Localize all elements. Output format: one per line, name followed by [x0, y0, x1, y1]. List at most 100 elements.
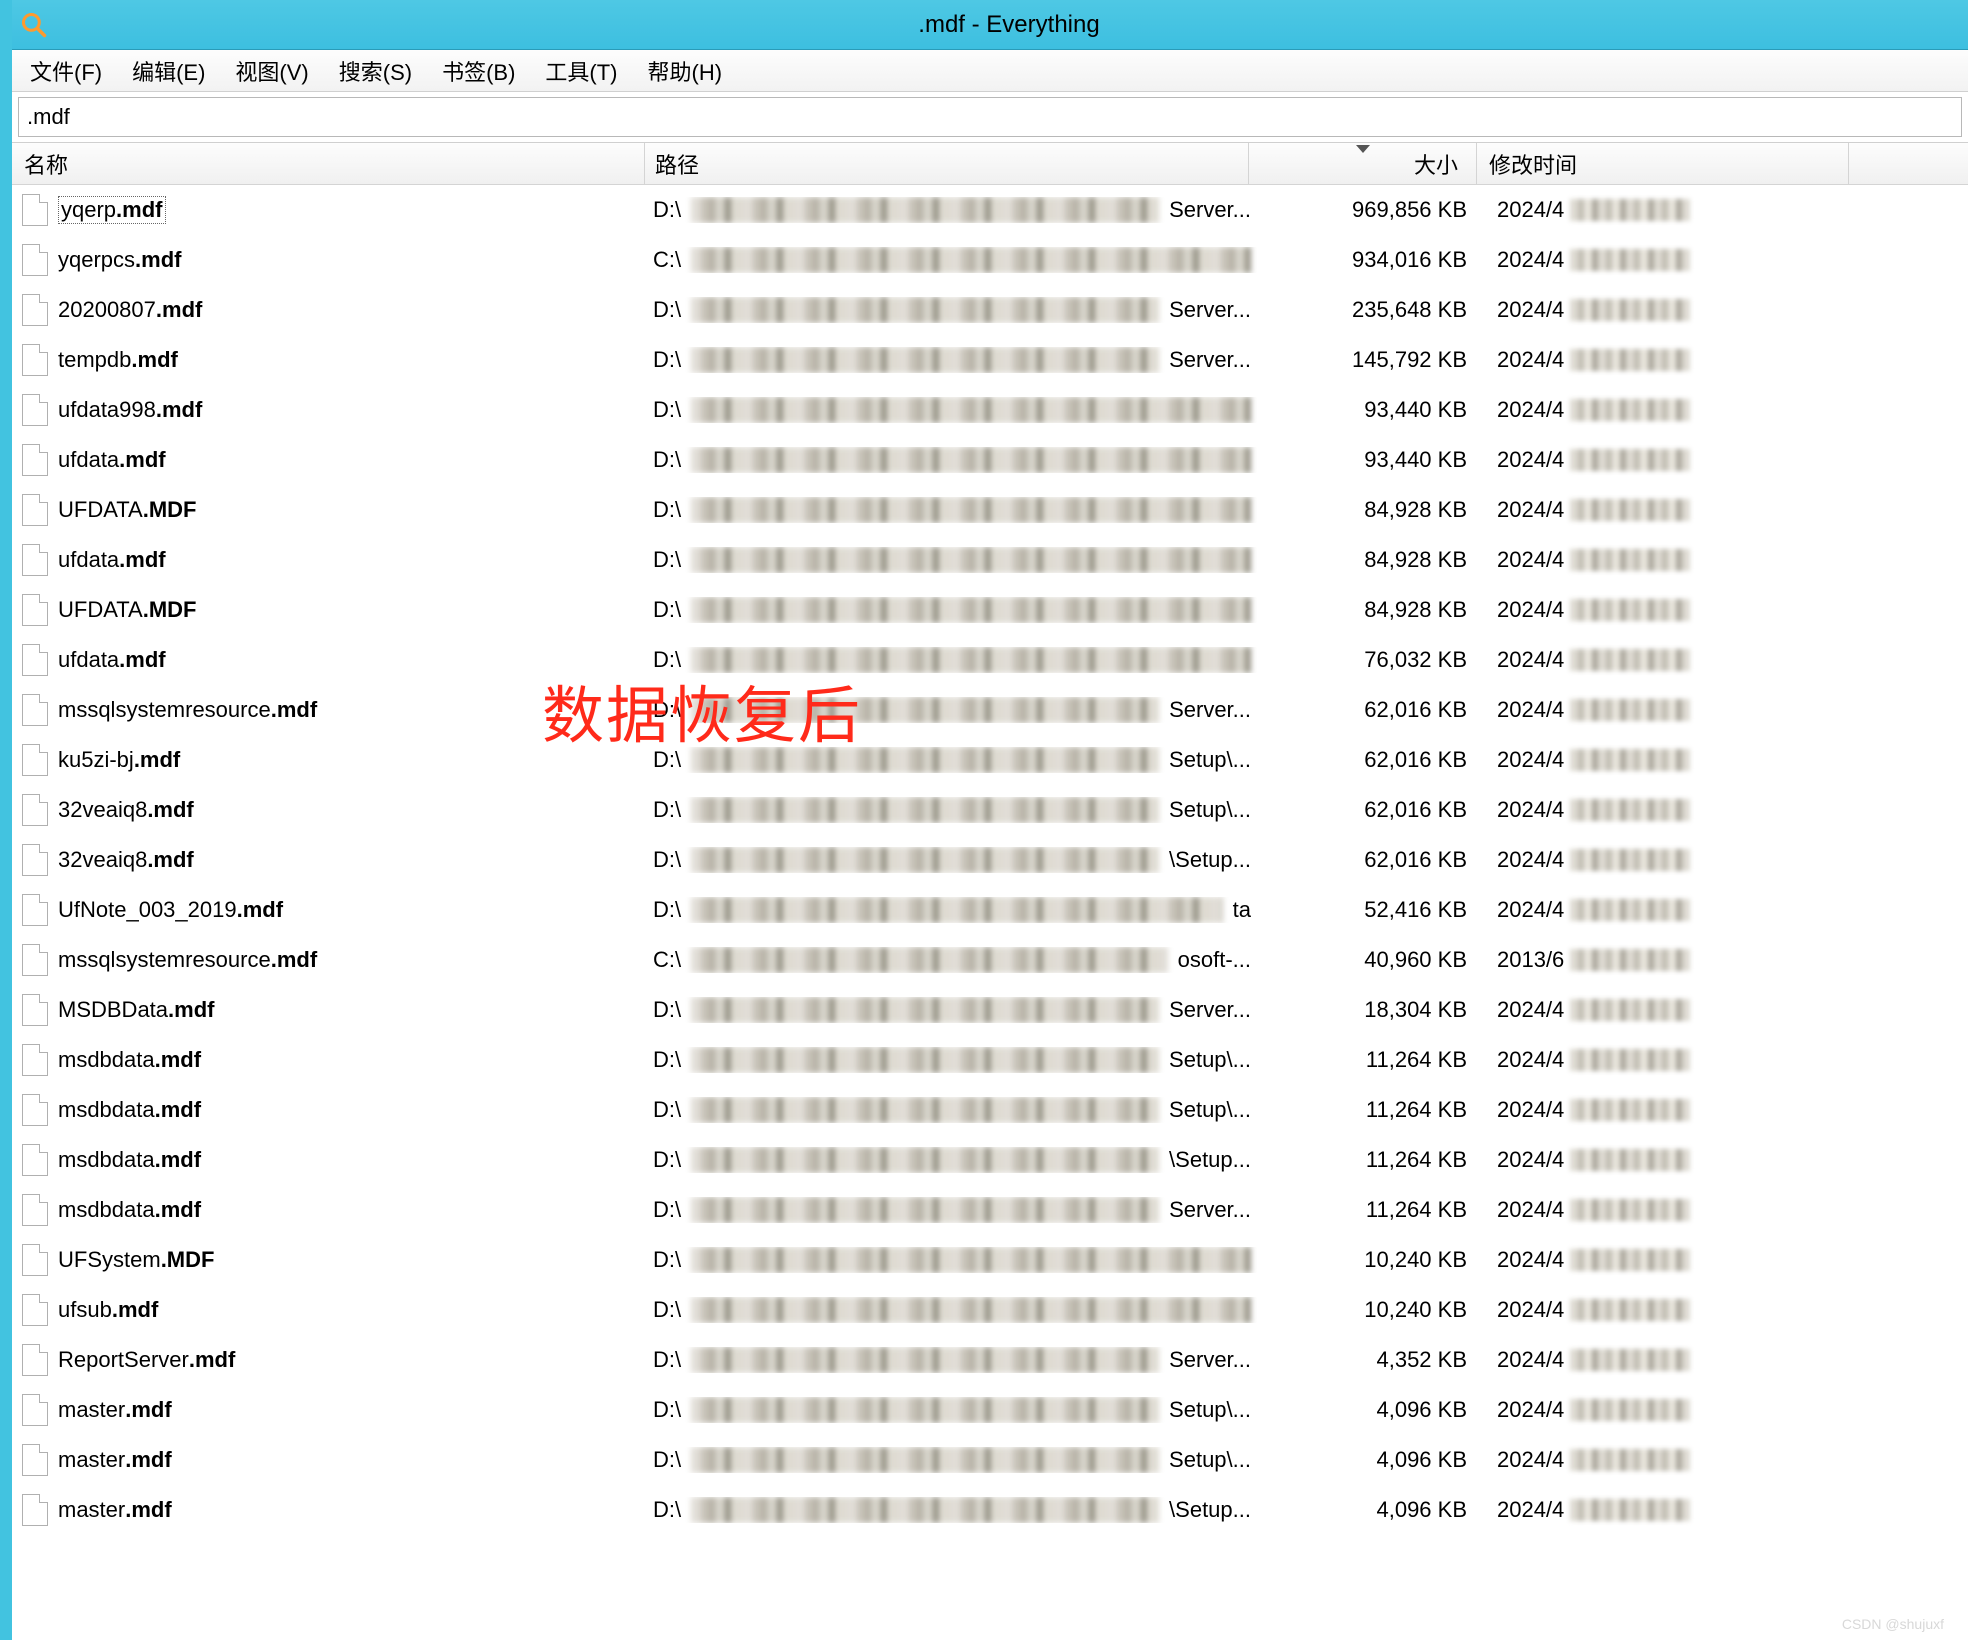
table-row[interactable]: UfNote_003_2019.mdfD:\ta52,416 KB2024/4 [12, 885, 1968, 935]
file-date: 2024/4 [1485, 997, 1857, 1023]
header-date[interactable]: 修改时间 [1477, 143, 1849, 184]
file-size: 84,928 KB [1257, 547, 1485, 573]
file-name: tempdb.mdf [58, 347, 653, 373]
table-row[interactable]: master.mdfD:\Setup\...4,096 KB2024/4 [12, 1435, 1968, 1485]
file-name: ku5zi-bj.mdf [58, 747, 653, 773]
file-name: 32veaiq8.mdf [58, 797, 653, 823]
file-name: 20200807.mdf [58, 297, 653, 323]
file-date: 2024/4 [1485, 547, 1857, 573]
file-name: ufdata998.mdf [58, 397, 653, 423]
file-path: D:\ [653, 1297, 1257, 1323]
menu-bookmark[interactable]: 书签(B) [434, 51, 523, 91]
file-path: D:\Server... [653, 697, 1257, 723]
file-name: msdbdata.mdf [58, 1147, 653, 1173]
header-name[interactable]: 名称 [12, 143, 645, 184]
file-icon [22, 594, 48, 626]
file-path: D:\Server... [653, 197, 1257, 223]
file-size: 62,016 KB [1257, 747, 1485, 773]
table-row[interactable]: 20200807.mdfD:\Server...235,648 KB2024/4 [12, 285, 1968, 335]
menu-help[interactable]: 帮助(H) [640, 51, 731, 91]
file-name: master.mdf [58, 1497, 653, 1523]
table-row[interactable]: msdbdata.mdfD:\Server...11,264 KB2024/4 [12, 1185, 1968, 1235]
header-size[interactable]: 大小 [1249, 143, 1477, 184]
menu-edit[interactable]: 编辑(E) [124, 51, 213, 91]
file-path: C:\ [653, 247, 1257, 273]
table-row[interactable]: master.mdfD:\Setup\...4,096 KB2024/4 [12, 1385, 1968, 1435]
file-date: 2013/6 [1485, 947, 1857, 973]
file-size: 84,928 KB [1257, 497, 1485, 523]
file-size: 93,440 KB [1257, 447, 1485, 473]
file-path: D:\ [653, 447, 1257, 473]
file-path: D:\ta [653, 897, 1257, 923]
file-size: 10,240 KB [1257, 1247, 1485, 1273]
file-icon [22, 1494, 48, 1526]
table-row[interactable]: UFDATA.MDFD:\84,928 KB2024/4 [12, 585, 1968, 635]
table-row[interactable]: UFSystem.MDFD:\10,240 KB2024/4 [12, 1235, 1968, 1285]
file-icon [22, 1444, 48, 1476]
file-date: 2024/4 [1485, 1197, 1857, 1223]
file-icon [22, 494, 48, 526]
file-icon [22, 294, 48, 326]
file-icon [22, 1094, 48, 1126]
file-date: 2024/4 [1485, 447, 1857, 473]
table-row[interactable]: ReportServer.mdfD:\Server...4,352 KB2024… [12, 1335, 1968, 1385]
header-path[interactable]: 路径 [645, 143, 1249, 184]
file-icon [22, 1294, 48, 1326]
table-row[interactable]: ku5zi-bj.mdfD:\Setup\...62,016 KB2024/4 [12, 735, 1968, 785]
file-path: D:\Setup\... [653, 1397, 1257, 1423]
file-size: 76,032 KB [1257, 647, 1485, 673]
column-headers: 名称 路径 大小 修改时间 [12, 143, 1968, 185]
file-size: 934,016 KB [1257, 247, 1485, 273]
window-title: .mdf - Everything [58, 11, 1960, 39]
menu-view[interactable]: 视图(V) [227, 51, 316, 91]
file-name: MSDBData.mdf [58, 997, 653, 1023]
table-row[interactable]: mssqlsystemresource.mdfC:\osoft-...40,96… [12, 935, 1968, 985]
file-size: 93,440 KB [1257, 397, 1485, 423]
file-icon [22, 394, 48, 426]
file-name: 32veaiq8.mdf [58, 847, 653, 873]
table-row[interactable]: ufdata.mdfD:\76,032 KB2024/4 [12, 635, 1968, 685]
file-date: 2024/4 [1485, 847, 1857, 873]
file-icon [22, 344, 48, 376]
file-path: D:\ [653, 497, 1257, 523]
menu-file[interactable]: 文件(F) [22, 51, 110, 91]
file-icon [22, 1144, 48, 1176]
table-row[interactable]: UFDATA.MDFD:\84,928 KB2024/4 [12, 485, 1968, 535]
file-icon [22, 844, 48, 876]
file-name: master.mdf [58, 1447, 653, 1473]
file-date: 2024/4 [1485, 747, 1857, 773]
search-input[interactable] [18, 97, 1962, 137]
file-icon [22, 194, 48, 226]
menu-search[interactable]: 搜索(S) [331, 51, 420, 91]
table-row[interactable]: ufdata998.mdfD:\93,440 KB2024/4 [12, 385, 1968, 435]
file-date: 2024/4 [1485, 1347, 1857, 1373]
file-path: D:\ [653, 597, 1257, 623]
table-row[interactable]: ufdata.mdfD:\93,440 KB2024/4 [12, 435, 1968, 485]
table-row[interactable]: tempdb.mdfD:\Server...145,792 KB2024/4 [12, 335, 1968, 385]
file-icon [22, 1394, 48, 1426]
table-row[interactable]: mssqlsystemresource.mdfD:\Server...62,01… [12, 685, 1968, 735]
file-icon [22, 244, 48, 276]
table-row[interactable]: 32veaiq8.mdfD:\Setup\...62,016 KB2024/4 [12, 785, 1968, 835]
table-row[interactable]: msdbdata.mdfD:\Setup\...11,264 KB2024/4 [12, 1085, 1968, 1135]
file-icon [22, 894, 48, 926]
table-row[interactable]: yqerpcs.mdfC:\934,016 KB2024/4 [12, 235, 1968, 285]
file-path: D:\Setup\... [653, 1047, 1257, 1073]
table-row[interactable]: msdbdata.mdfD:\\Setup...11,264 KB2024/4 [12, 1135, 1968, 1185]
table-row[interactable]: ufdata.mdfD:\84,928 KB2024/4 [12, 535, 1968, 585]
table-row[interactable]: ufsub.mdfD:\10,240 KB2024/4 [12, 1285, 1968, 1335]
file-name: msdbdata.mdf [58, 1047, 653, 1073]
file-name: yqerpcs.mdf [58, 247, 653, 273]
file-date: 2024/4 [1485, 1047, 1857, 1073]
table-row[interactable]: master.mdfD:\\Setup...4,096 KB2024/4 [12, 1485, 1968, 1535]
table-row[interactable]: 32veaiq8.mdfD:\\Setup...62,016 KB2024/4 [12, 835, 1968, 885]
table-row[interactable]: msdbdata.mdfD:\Setup\...11,264 KB2024/4 [12, 1035, 1968, 1085]
table-row[interactable]: yqerp.mdfD:\Server...969,856 KB2024/4 [12, 185, 1968, 235]
file-name: ReportServer.mdf [58, 1347, 653, 1373]
file-name: ufdata.mdf [58, 647, 653, 673]
table-row[interactable]: MSDBData.mdfD:\Server...18,304 KB2024/4 [12, 985, 1968, 1035]
file-size: 18,304 KB [1257, 997, 1485, 1023]
file-path: D:\\Setup... [653, 1147, 1257, 1173]
menu-tools[interactable]: 工具(T) [537, 51, 625, 91]
watermark: CSDN @shujuxf [1842, 1616, 1944, 1632]
